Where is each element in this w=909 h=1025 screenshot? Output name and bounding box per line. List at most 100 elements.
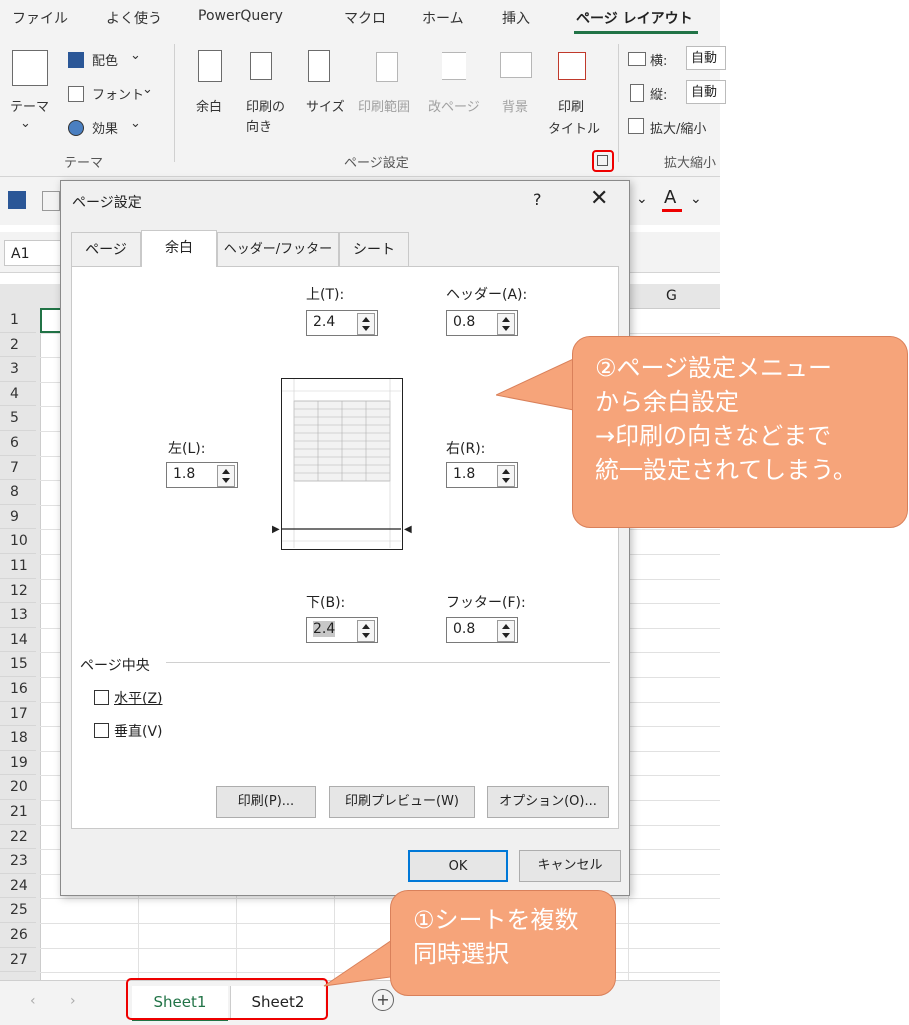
spin-down-icon[interactable] bbox=[222, 478, 230, 483]
toolbar-icon[interactable] bbox=[8, 191, 26, 209]
row-header[interactable]: 16 bbox=[0, 677, 36, 702]
size-button[interactable]: サイズ bbox=[306, 96, 345, 115]
spinner-buttons[interactable] bbox=[357, 313, 375, 335]
height-select[interactable]: 自動 bbox=[686, 80, 726, 104]
help-icon[interactable]: ? bbox=[533, 190, 542, 209]
spin-down-icon[interactable] bbox=[502, 478, 510, 483]
row-header[interactable]: 8 bbox=[0, 480, 36, 505]
spin-up-icon[interactable] bbox=[502, 469, 510, 474]
row-header[interactable]: 19 bbox=[0, 751, 36, 776]
right-margin-value[interactable]: 1.8 bbox=[453, 466, 475, 482]
row-header[interactable]: 12 bbox=[0, 579, 36, 604]
options-button[interactable]: オプション(O)... bbox=[487, 786, 609, 818]
spinner-buttons[interactable] bbox=[497, 313, 515, 335]
effects-button[interactable]: 効果 bbox=[92, 118, 118, 137]
row-header[interactable]: 17 bbox=[0, 702, 36, 727]
left-margin-value[interactable]: 1.8 bbox=[173, 466, 195, 482]
spinner-buttons[interactable] bbox=[497, 465, 515, 487]
row-header[interactable]: 4 bbox=[0, 382, 36, 407]
top-margin-spinner[interactable]: 2.4 bbox=[306, 310, 378, 336]
bottom-margin-value[interactable]: 2.4 bbox=[313, 621, 336, 637]
left-margin-spinner[interactable]: 1.8 bbox=[166, 462, 238, 488]
top-margin-value[interactable]: 2.4 bbox=[313, 314, 335, 330]
spin-down-icon[interactable] bbox=[502, 633, 510, 638]
vertical-label[interactable]: 垂直(V) bbox=[114, 721, 163, 741]
row-header[interactable]: 6 bbox=[0, 431, 36, 456]
name-box[interactable]: A1 bbox=[4, 240, 62, 266]
spin-down-icon[interactable] bbox=[362, 633, 370, 638]
spin-up-icon[interactable] bbox=[502, 317, 510, 322]
tab-sheet[interactable]: シート bbox=[339, 232, 409, 266]
row-header[interactable]: 23 bbox=[0, 849, 36, 874]
right-margin-spinner[interactable]: 1.8 bbox=[446, 462, 518, 488]
row-header[interactable]: 22 bbox=[0, 825, 36, 850]
row-header[interactable]: 24 bbox=[0, 874, 36, 899]
horizontal-label[interactable]: 水平(Z) bbox=[114, 688, 163, 708]
spinner-buttons[interactable] bbox=[217, 465, 235, 487]
close-icon[interactable]: ✕ bbox=[590, 186, 608, 211]
row-header[interactable]: 11 bbox=[0, 554, 36, 579]
tab-macro[interactable]: マクロ bbox=[344, 8, 386, 28]
print-preview-button[interactable]: 印刷プレビュー(W) bbox=[329, 786, 475, 818]
theme-button[interactable]: テーマ bbox=[10, 96, 49, 115]
row-header[interactable]: 10 bbox=[0, 529, 36, 554]
tab-file[interactable]: ファイル bbox=[12, 8, 68, 28]
row-header[interactable]: 13 bbox=[0, 603, 36, 628]
row-header[interactable]: 5 bbox=[0, 406, 36, 431]
header-margin-spinner[interactable]: 0.8 bbox=[446, 310, 518, 336]
row-header[interactable]: 15 bbox=[0, 652, 36, 677]
breaks-button[interactable]: 改ページ bbox=[428, 96, 480, 115]
scroll-right-icon[interactable]: › bbox=[70, 993, 76, 1009]
orientation-button[interactable]: 印刷の bbox=[246, 96, 285, 115]
font-color-icon[interactable]: A bbox=[664, 187, 676, 208]
add-sheet-icon[interactable]: + bbox=[372, 989, 394, 1011]
row-header[interactable]: 18 bbox=[0, 726, 36, 751]
print-area-button[interactable]: 印刷範囲 bbox=[358, 96, 410, 115]
fonts-button[interactable]: フォント bbox=[92, 84, 144, 103]
dialog-launcher-icon[interactable] bbox=[597, 155, 608, 166]
horizontal-checkbox[interactable] bbox=[94, 690, 109, 705]
cancel-button[interactable]: キャンセル bbox=[519, 850, 621, 882]
bottom-margin-spinner[interactable]: 2.4 bbox=[306, 617, 378, 643]
column-header-g[interactable]: G bbox=[666, 288, 677, 304]
spin-down-icon[interactable] bbox=[502, 326, 510, 331]
spin-up-icon[interactable] bbox=[362, 624, 370, 629]
row-header[interactable]: 3 bbox=[0, 357, 36, 382]
chevron-down-icon[interactable]: ⌄ bbox=[690, 191, 702, 207]
chevron-down-icon[interactable]: ⌄ bbox=[636, 191, 648, 207]
spin-up-icon[interactable] bbox=[502, 624, 510, 629]
header-margin-value[interactable]: 0.8 bbox=[453, 314, 475, 330]
row-header[interactable]: 9 bbox=[0, 505, 36, 530]
tab-insert[interactable]: 挿入 bbox=[502, 8, 530, 28]
row-header[interactable]: 14 bbox=[0, 628, 36, 653]
tab-frequent[interactable]: よく使う bbox=[106, 8, 162, 28]
footer-margin-spinner[interactable]: 0.8 bbox=[446, 617, 518, 643]
footer-margin-value[interactable]: 0.8 bbox=[453, 621, 475, 637]
row-header[interactable]: 7 bbox=[0, 456, 36, 481]
scroll-left-icon[interactable]: ‹ bbox=[30, 993, 36, 1009]
colors-button[interactable]: 配色 bbox=[92, 50, 118, 69]
tab-page[interactable]: ページ bbox=[71, 232, 141, 266]
tab-home[interactable]: ホーム bbox=[422, 8, 464, 28]
scale-label[interactable]: 拡大/縮小 bbox=[650, 118, 706, 137]
toolbar-icon[interactable] bbox=[42, 191, 60, 211]
row-header[interactable]: 2 bbox=[0, 333, 36, 358]
row-header[interactable]: 21 bbox=[0, 800, 36, 825]
print-titles-button[interactable]: 印刷 bbox=[558, 96, 584, 115]
row-header[interactable]: 26 bbox=[0, 923, 36, 948]
spin-up-icon[interactable] bbox=[222, 469, 230, 474]
ok-button[interactable]: OK bbox=[408, 850, 508, 882]
row-header[interactable]: 1 bbox=[0, 308, 36, 333]
width-select[interactable]: 自動 bbox=[686, 46, 726, 70]
vertical-checkbox[interactable] bbox=[94, 723, 109, 738]
tab-page-layout[interactable]: ページ レイアウト bbox=[576, 8, 693, 28]
spinner-buttons[interactable] bbox=[497, 620, 515, 642]
spin-up-icon[interactable] bbox=[362, 317, 370, 322]
print-button[interactable]: 印刷(P)... bbox=[216, 786, 316, 818]
select-all-corner[interactable] bbox=[0, 284, 41, 309]
theme-icon[interactable] bbox=[12, 50, 48, 86]
row-header[interactable]: 20 bbox=[0, 775, 36, 800]
background-button[interactable]: 背景 bbox=[502, 96, 528, 115]
row-header[interactable]: 25 bbox=[0, 898, 36, 923]
margins-button[interactable]: 余白 bbox=[196, 96, 222, 115]
